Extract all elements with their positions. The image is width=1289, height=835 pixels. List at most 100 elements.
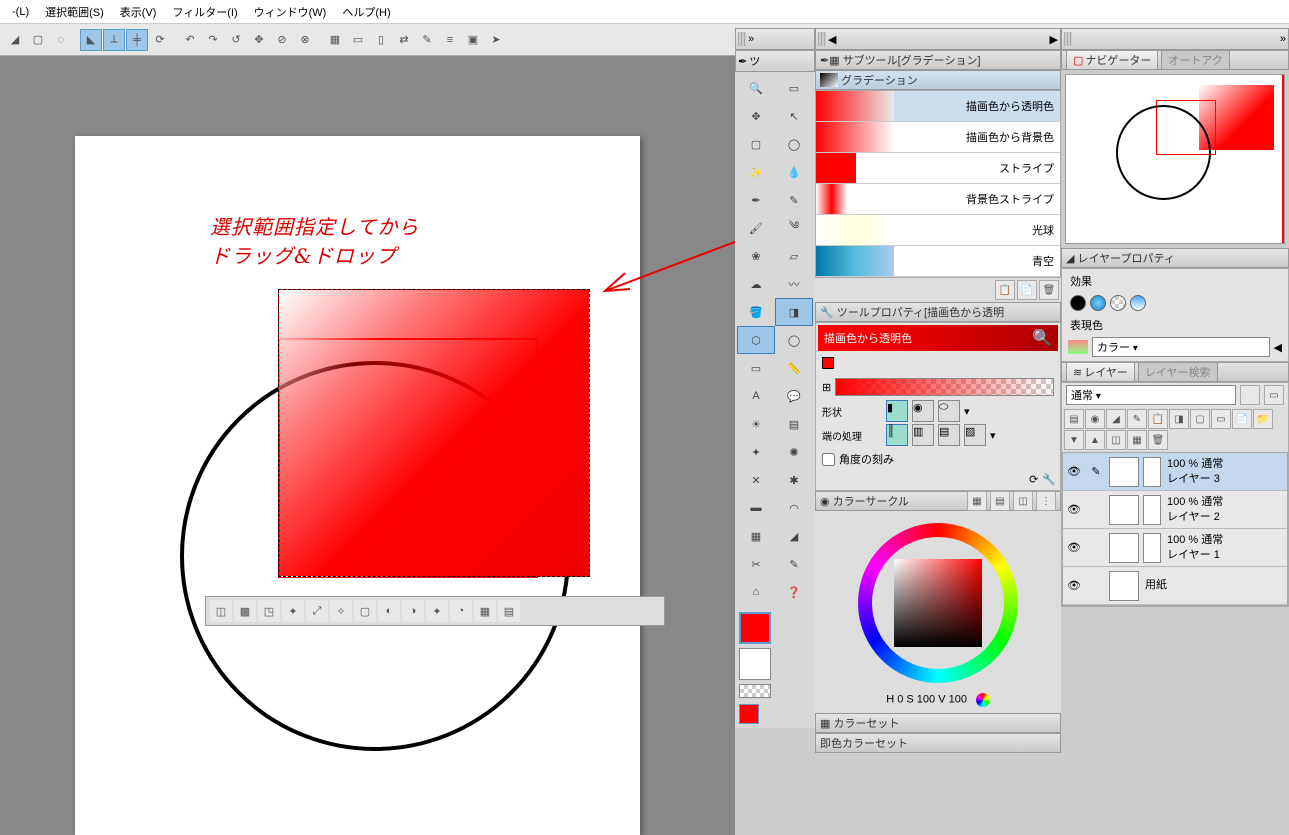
tool-flip-icon[interactable]: ⇄ xyxy=(393,29,415,51)
cc-opt3-icon[interactable]: ◫ xyxy=(1013,491,1033,511)
lyr-folder-icon[interactable]: 📁 xyxy=(1253,409,1273,429)
float-invert-icon[interactable]: ▩ xyxy=(234,600,256,622)
gradient-item[interactable]: 青空 xyxy=(816,246,1060,277)
gradient-item[interactable]: 描画色から背景色 xyxy=(816,122,1060,153)
float-f-icon[interactable]: ◔ xyxy=(450,600,472,622)
float-a-icon[interactable]: ✧ xyxy=(330,600,352,622)
color-mode-select[interactable]: カラー ▾ xyxy=(1092,337,1270,357)
autoaction-tab[interactable]: オートアク xyxy=(1161,50,1229,70)
tool-history-icon[interactable]: ↺ xyxy=(225,29,247,51)
tool-scale-icon[interactable]: ▭ xyxy=(347,29,369,51)
background-color[interactable] xyxy=(739,648,771,680)
gradient-item[interactable]: ストライプ xyxy=(816,153,1060,184)
foreground-color[interactable] xyxy=(739,612,771,644)
navigator-tab[interactable]: ▢ナビゲーター xyxy=(1066,50,1158,70)
toolbox-tab[interactable]: ✒ ツ xyxy=(735,50,815,72)
gradient-copy-icon[interactable]: 📋 xyxy=(995,280,1015,300)
fx-border-icon[interactable] xyxy=(1070,295,1086,311)
tool-ellipse-sel-icon[interactable]: ◌ xyxy=(50,29,72,51)
gradient-item[interactable]: 描画色から透明色 xyxy=(816,91,1060,122)
tool-arrow-icon[interactable]: ↖ xyxy=(775,102,813,130)
lyr-e-icon[interactable]: 📋 xyxy=(1148,409,1168,429)
tool-wand-icon[interactable]: ✨ xyxy=(737,158,775,186)
float-g-icon[interactable]: ▦ xyxy=(474,600,496,622)
tool-snap2-icon[interactable]: ⟂ xyxy=(103,29,125,51)
tool-hline-icon[interactable]: ▬ xyxy=(737,494,775,522)
tool-edit-icon[interactable]: ✎ xyxy=(775,550,813,578)
float-c-icon[interactable]: ◐ xyxy=(378,600,400,622)
tool-q-icon[interactable]: ❓ xyxy=(775,578,813,606)
tool-line-icon[interactable]: ▤ xyxy=(775,410,813,438)
layer-visibility-icon[interactable]: 👁 xyxy=(1063,465,1085,478)
tool-text-icon[interactable]: A xyxy=(737,382,775,410)
chevron-left-icon[interactable]: ◀ xyxy=(828,33,836,46)
fx-screen-icon[interactable] xyxy=(1110,295,1126,311)
edge-none-icon[interactable]: ║ xyxy=(886,424,908,446)
toolprop-header[interactable]: 🔧 ツールプロパティ[描画色から透明 xyxy=(815,302,1061,322)
chevrons2-icon[interactable]: » xyxy=(1280,33,1286,45)
expand-icon[interactable]: ⊞ xyxy=(822,381,831,394)
layer-row[interactable]: 👁100 % 通常レイヤー 1 xyxy=(1063,529,1287,567)
tool-balloon-icon[interactable]: 💬 xyxy=(775,382,813,410)
gradient-delete-icon[interactable]: 🗑 xyxy=(1039,280,1059,300)
tool-pointer-icon[interactable]: ➤ xyxy=(485,29,507,51)
settings-wrench-icon[interactable]: 🔧 xyxy=(1042,473,1056,486)
float-deselect-icon[interactable]: ◫ xyxy=(210,600,232,622)
lyr-f-icon[interactable]: ◨ xyxy=(1169,409,1189,429)
tool-clear-icon[interactable]: ⊗ xyxy=(294,29,316,51)
tool-frame-icon[interactable]: ▭ xyxy=(737,354,775,382)
layer-edit-icon[interactable]: ✎ xyxy=(1085,465,1107,478)
tool-snap1-icon[interactable]: ◣ xyxy=(80,29,102,51)
cc-opt4-icon[interactable]: ⋮ xyxy=(1036,491,1056,511)
tool-dot-icon[interactable]: ☀ xyxy=(737,410,775,438)
menu-filter[interactable]: フィルター(I) xyxy=(164,4,245,20)
angle-step-checkbox[interactable] xyxy=(822,453,835,466)
float-h-icon[interactable]: ▤ xyxy=(498,600,520,622)
tool-blend-icon[interactable]: ☁ xyxy=(737,270,775,298)
tool-cut-icon[interactable]: ✂ xyxy=(737,550,775,578)
tool-redo-icon[interactable]: ↷ xyxy=(202,29,224,51)
menu-l[interactable]: -(L) xyxy=(4,6,37,18)
tool-air-icon[interactable]: ༄ xyxy=(775,214,813,242)
lyr-h-icon[interactable]: ▭ xyxy=(1211,409,1231,429)
tool-marquee2-icon[interactable]: ▢ xyxy=(737,130,775,158)
opacity-slider[interactable]: ▭ xyxy=(1264,385,1284,405)
float-e-icon[interactable]: ✦ xyxy=(426,600,448,622)
layer-row[interactable]: 👁用紙 xyxy=(1063,567,1287,605)
stop-indicator[interactable] xyxy=(822,357,834,369)
edge-reflect-icon[interactable]: ▤ xyxy=(938,424,960,446)
tool-burst-icon[interactable]: ✺ xyxy=(775,438,813,466)
cc-opt1-icon[interactable]: ▦ xyxy=(967,491,987,511)
lyr-i-icon[interactable]: ▼ xyxy=(1064,430,1084,450)
subtool-tab[interactable]: グラデーション xyxy=(815,70,1061,90)
layer-row[interactable]: 👁✎100 % 通常レイヤー 3 xyxy=(1063,453,1287,491)
layers-tab[interactable]: ≋レイヤー xyxy=(1066,362,1135,382)
tool-spray-icon[interactable]: ✦ xyxy=(737,438,775,466)
menu-selection[interactable]: 選択範囲(S) xyxy=(37,4,112,20)
tool-zoom-icon[interactable]: 🔍 xyxy=(737,74,775,102)
tool-home-icon[interactable]: ⌂ xyxy=(737,578,775,606)
tool-pen2-icon[interactable]: ✒ xyxy=(737,186,775,214)
layer-visibility-icon[interactable]: 👁 xyxy=(1063,541,1085,554)
lyr-d-icon[interactable]: ✎ xyxy=(1127,409,1147,429)
tool-figure-icon[interactable]: ◯ xyxy=(775,326,813,354)
lyr-j-icon[interactable]: ▲ xyxy=(1085,430,1105,450)
opacity-icon[interactable] xyxy=(1240,385,1260,405)
lyr-b-icon[interactable]: ◉ xyxy=(1085,409,1105,429)
float-b-icon[interactable]: ▢ xyxy=(354,600,376,622)
tool-screen-icon[interactable]: ▣ xyxy=(462,29,484,51)
colorcircle-header[interactable]: ◉ カラーサークル ▦ ▤ ◫ ⋮ xyxy=(815,491,1061,511)
float-d-icon[interactable]: ◑ xyxy=(402,600,424,622)
lyr-new-icon[interactable]: 📄 xyxy=(1232,409,1252,429)
shape-ellipse-icon[interactable]: ⬭ xyxy=(938,400,960,422)
shape-linear-icon[interactable]: ▮ xyxy=(886,400,908,422)
tool-delete-icon[interactable]: ⊘ xyxy=(271,29,293,51)
layer-row[interactable]: 👁100 % 通常レイヤー 2 xyxy=(1063,491,1287,529)
layer-search-tab[interactable]: レイヤー検索 xyxy=(1138,362,1218,382)
gradient-item[interactable]: 光球 xyxy=(816,215,1060,246)
fx-extract-icon[interactable] xyxy=(1130,295,1146,311)
tool-smudge-icon[interactable]: 〰 xyxy=(775,270,813,298)
quick-swatch[interactable] xyxy=(739,704,759,724)
tool-fill-icon[interactable]: ▦ xyxy=(324,29,346,51)
tool-crop-icon[interactable]: ▯ xyxy=(370,29,392,51)
